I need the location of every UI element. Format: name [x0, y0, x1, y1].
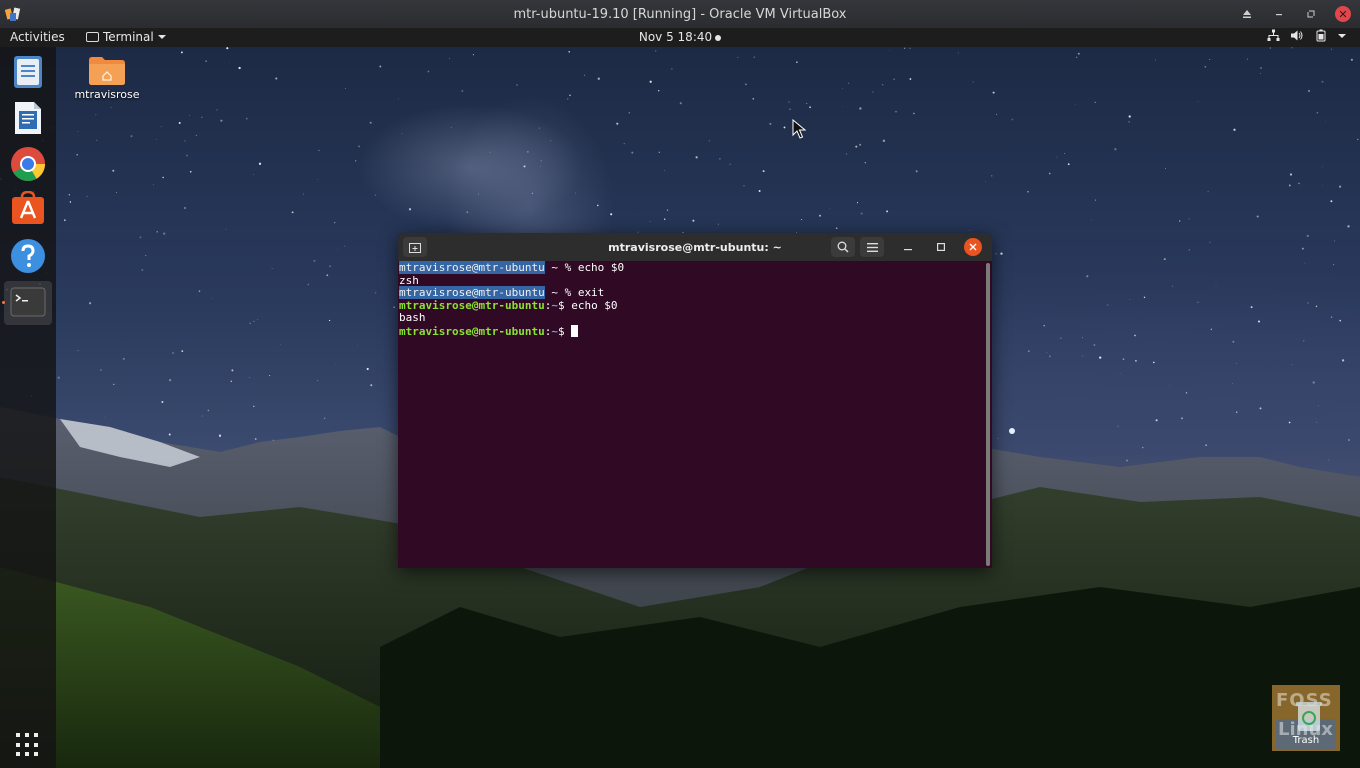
prompt-command: ~ % exit — [544, 286, 605, 300]
hamburger-icon — [866, 242, 878, 252]
trash-icon[interactable]: FOSS Linux Trash — [1272, 685, 1340, 751]
dock-software-button[interactable] — [9, 189, 47, 227]
terminal-line: bash — [399, 312, 983, 325]
clock-label: Nov 5 18:40 — [638, 30, 713, 44]
running-indicator — [2, 301, 5, 304]
chrome-icon — [11, 147, 45, 181]
virtualbox-titlebar: mtr-ubuntu-19.10 [Running] - Oracle VM V… — [0, 0, 1360, 28]
close-icon — [969, 243, 977, 251]
prompt-user-host: mtravisrose@mtr-ubuntu — [399, 286, 545, 300]
minimize-icon — [904, 249, 912, 251]
hamburger-menu-button[interactable] — [860, 237, 884, 257]
prompt-user-host: mtravisrose@mtr-ubuntu — [399, 298, 545, 312]
terminal-maximize-button[interactable] — [931, 237, 951, 257]
terminal-scrollbar[interactable] — [986, 263, 990, 566]
folder-icon — [89, 57, 125, 85]
prompt-command: $ echo $0 — [557, 298, 618, 312]
mouse-pointer-icon — [792, 119, 806, 139]
minimize-button[interactable] — [1266, 1, 1292, 27]
restore-button[interactable] — [1298, 1, 1324, 27]
prompt-path: ~ — [551, 324, 558, 338]
terminal-headerbar[interactable]: mtravisrose@mtr-ubuntu: ~ — [398, 233, 992, 261]
command-output: zsh — [399, 273, 419, 287]
terminal-line: mtravisrose@mtr-ubuntu ~ % echo $0 — [399, 261, 983, 275]
dock — [0, 47, 56, 768]
prompt-user-host: mtravisrose@mtr-ubuntu — [399, 261, 545, 274]
clock-button[interactable]: Nov 5 18:40 — [0, 30, 1360, 44]
prompt-command: $ — [557, 324, 572, 338]
terminal-line: mtravisrose@mtr-ubuntu:~$ echo $0 — [399, 298, 983, 313]
dock-chrome-button[interactable] — [9, 145, 47, 183]
terminal-icon — [10, 287, 46, 317]
dock-writer-button[interactable] — [9, 99, 47, 137]
command-output: bash — [399, 311, 426, 325]
software-icon — [12, 191, 44, 224]
home-folder-icon[interactable]: mtravisrose — [72, 54, 142, 101]
close-icon: ✕ — [1335, 6, 1351, 22]
network-icon — [1267, 29, 1280, 41]
text-cursor — [571, 324, 579, 337]
window-title: mtr-ubuntu-19.10 [Running] - Oracle VM V… — [513, 6, 847, 22]
battery-icon — [1316, 29, 1326, 42]
help-icon — [11, 239, 45, 273]
writer-icon — [15, 102, 41, 134]
maximize-icon — [937, 243, 945, 251]
files-icon — [14, 56, 42, 88]
home-folder-label: mtravisrose — [74, 88, 140, 101]
prompt-user-host: mtravisrose@mtr-ubuntu — [399, 324, 545, 338]
terminal-close-button[interactable] — [964, 238, 982, 256]
terminal-line: mtravisrose@mtr-ubuntu:~$ — [399, 324, 983, 338]
prompt-path: ~ — [551, 298, 558, 312]
terminal-window[interactable]: mtravisrose@mtr-ubuntu: ~ mtravisrose@mt… — [398, 233, 992, 568]
gnome-top-bar: Activities Terminal Nov 5 18:40 — [0, 28, 1360, 47]
dock-files-button[interactable] — [9, 53, 47, 91]
prompt-command: ~ % echo $0 — [544, 261, 625, 274]
close-button[interactable]: ✕ — [1330, 1, 1356, 27]
eject-icon[interactable] — [1234, 1, 1260, 27]
show-applications-button[interactable] — [16, 733, 40, 757]
dock-terminal-button[interactable] — [9, 283, 47, 321]
volume-icon — [1291, 30, 1303, 41]
system-tray[interactable] — [1267, 29, 1346, 42]
trash-label: Trash — [1292, 735, 1320, 746]
search-button[interactable] — [831, 237, 855, 257]
menu-arrow-icon — [1338, 33, 1346, 38]
recycle-icon — [1296, 702, 1322, 731]
notification-dot-icon — [715, 34, 722, 41]
dock-help-button[interactable] — [9, 237, 47, 275]
terminal-output[interactable]: mtravisrose@mtr-ubuntu ~ % echo $0 zsh mtr… — [398, 261, 984, 568]
terminal-minimize-button[interactable] — [898, 237, 918, 257]
search-icon — [837, 241, 849, 253]
